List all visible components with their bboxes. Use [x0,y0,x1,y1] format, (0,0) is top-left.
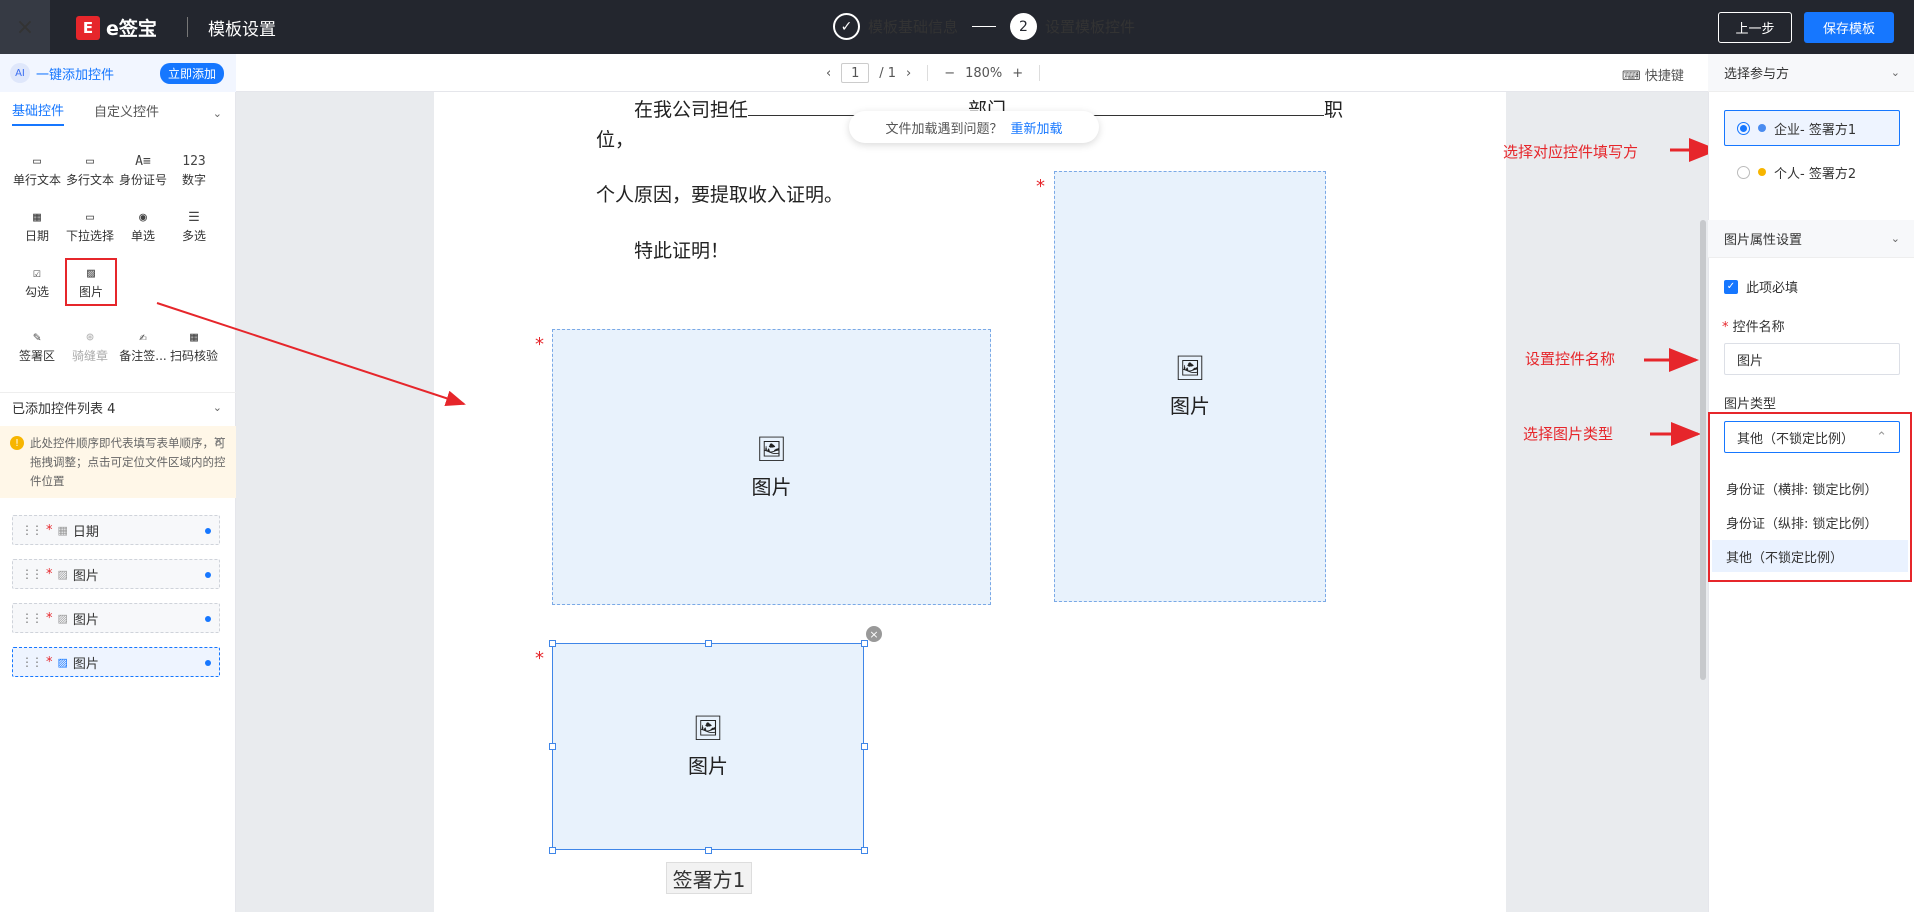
image-type-select[interactable]: 其他（不锁定比例） ⌃ [1724,421,1900,453]
party-color-dot [1758,124,1766,132]
annotation-select-type: 选择图片类型 [1523,425,1614,443]
name-field-label: * 控件名称 [1722,320,1785,335]
party-color-dot [1758,168,1766,176]
party-section-title: 选择参与方 [1724,67,1790,82]
chevron-down-icon[interactable]: ⌄ [1891,232,1900,245]
party-label: 个人- 签署方2 [1774,166,1857,182]
type-field-label: 图片类型 [1724,397,1777,412]
props-section-header[interactable]: 图片属性设置 ⌄ [1708,220,1914,258]
props-section-title: 图片属性设置 [1724,233,1803,248]
image-type-value: 其他（不锁定比例） [1737,431,1855,447]
required-label: 此项必填 [1746,281,1799,296]
annotation-arrows [156,138,1719,446]
party-label: 企业- 签署方1 [1774,122,1857,138]
required-checkbox[interactable]: ✓ 此项必填 [1724,277,1798,296]
chevron-up-icon: ⌃ [1876,429,1887,445]
image-type-option[interactable]: 身份证（横排: 锁定比例） [1712,472,1908,504]
control-name-input[interactable]: 图片 [1724,343,1900,375]
party-section-header[interactable]: 选择参与方 ⌄ [1708,54,1914,92]
scrollbar[interactable] [1700,220,1706,680]
annotation-select-party: 选择对应控件填写方 [1503,143,1639,161]
party-option-2[interactable]: 个人- 签署方2 [1724,154,1900,190]
image-type-option[interactable]: 其他（不锁定比例） [1712,540,1908,572]
annotation-set-name: 设置控件名称 [1525,350,1616,368]
check-icon: ✓ [1724,279,1738,294]
radio-icon [1737,121,1750,135]
image-type-option[interactable]: 身份证（纵排: 锁定比例） [1712,506,1908,538]
radio-icon [1737,165,1750,179]
party-option-1[interactable]: 企业- 签署方1 [1724,110,1900,146]
chevron-down-icon[interactable]: ⌄ [1891,66,1900,79]
